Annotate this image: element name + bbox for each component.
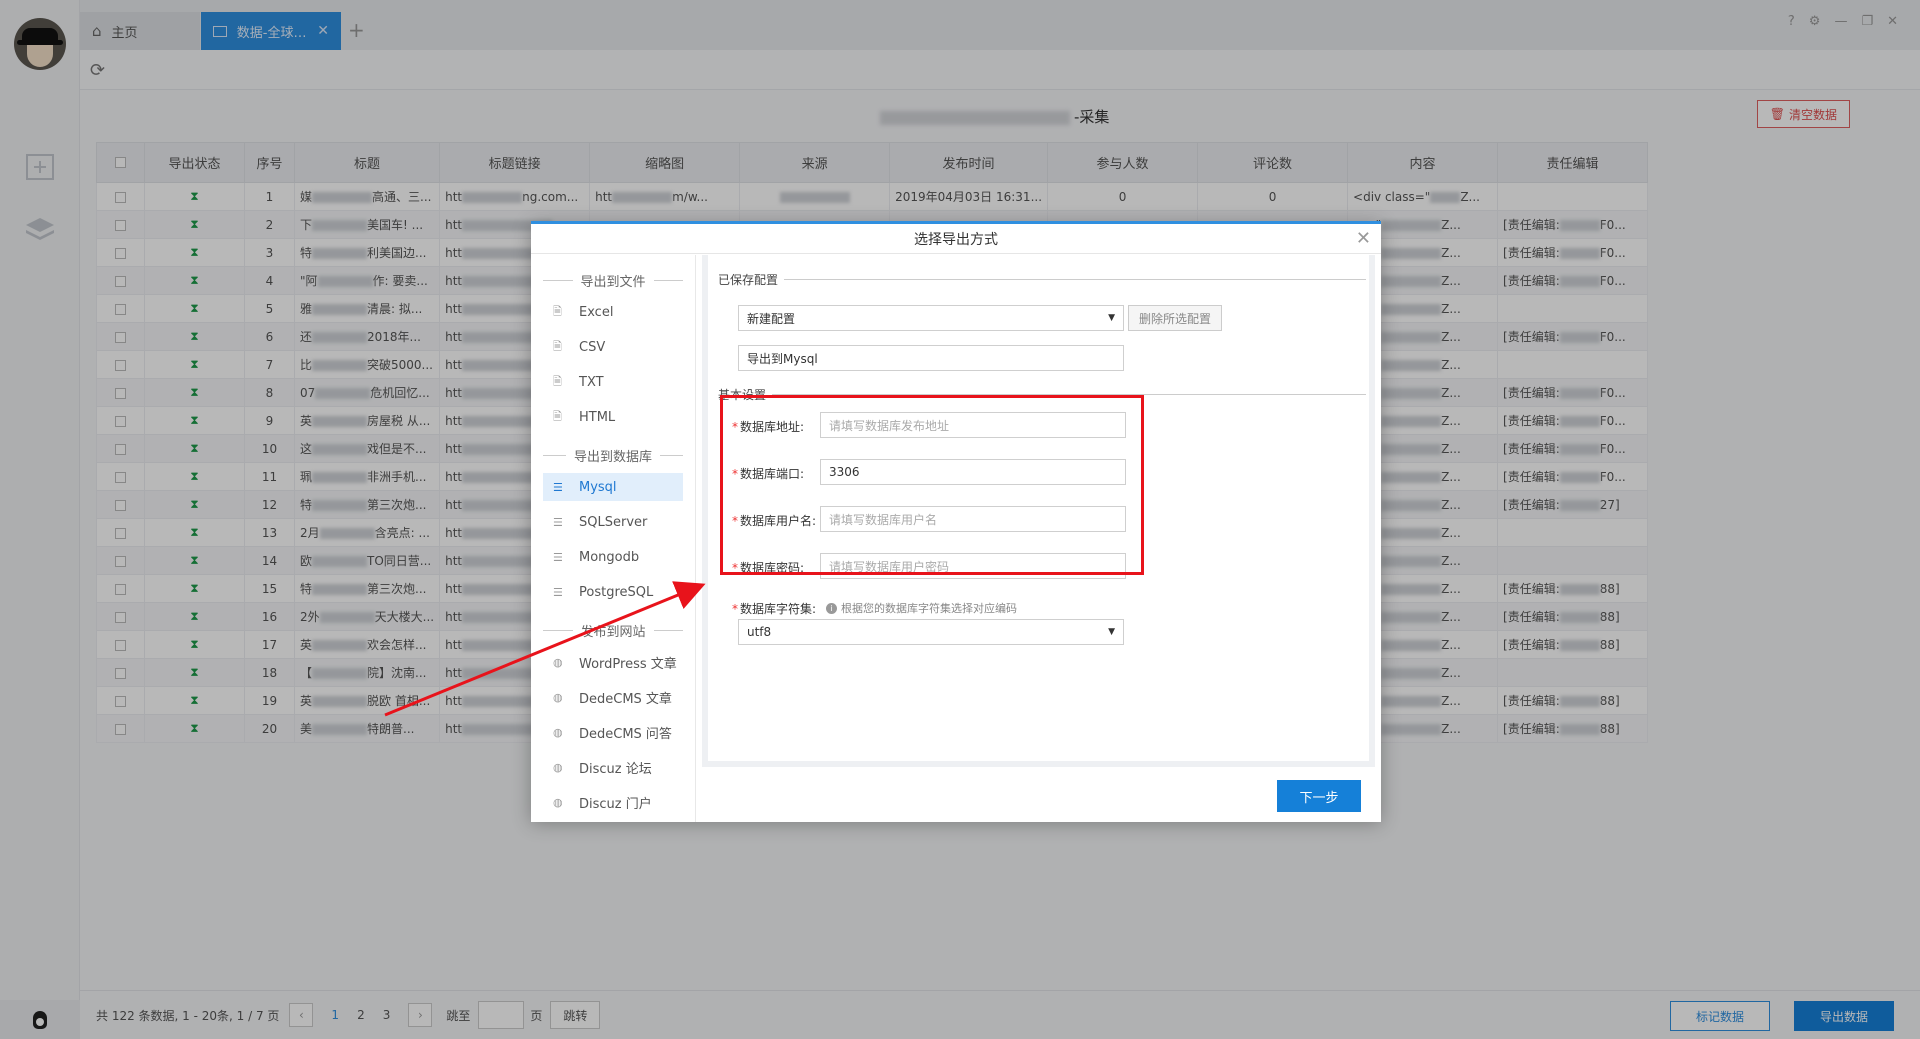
charset-hint: i 根据您的数据库字符集选择对应编码	[826, 600, 1017, 616]
close-icon[interactable]: ✕	[1356, 228, 1371, 249]
globe-icon: ◍	[553, 760, 563, 774]
saved-config-select[interactable]: 新建配置 ▼	[738, 305, 1124, 331]
menu-postgresql[interactable]: ☰ PostgreSQL	[543, 578, 683, 606]
globe-icon: ◍	[553, 725, 563, 739]
file-icon: 🗎	[553, 374, 562, 388]
menu-dedecms-article[interactable]: ◍ DedeCMS 文章	[543, 683, 683, 711]
menu-dedecms-qa[interactable]: ◍ DedeCMS 问答	[543, 718, 683, 746]
menu-discuz-forum[interactable]: ◍ Discuz 论坛	[543, 753, 683, 781]
dropdown-arrow-icon: ▼	[1108, 627, 1115, 637]
config-panel: 已保存配置 新建配置 ▼ 删除所选配置 导出到Mysql 基本设置 * 数据库地址:…	[696, 255, 1381, 822]
menu-mysql[interactable]: ☰ Mysql	[543, 473, 683, 501]
menu-sqlserver[interactable]: ☰ SQLServer	[543, 508, 683, 536]
menu-excel[interactable]: 🗎 Excel	[543, 298, 683, 326]
saved-config-section: 已保存配置	[718, 271, 1366, 288]
globe-icon: ◍	[553, 795, 563, 809]
menu-html[interactable]: 🗎 HTML	[543, 403, 683, 431]
menu-csv[interactable]: 🗎 CSV	[543, 333, 683, 361]
database-icon: ☰	[553, 480, 563, 494]
menu-mongodb[interactable]: ☰ Mongodb	[543, 543, 683, 571]
charset-select[interactable]: utf8 ▼	[738, 619, 1124, 645]
file-icon: 🗎	[553, 339, 562, 353]
export-type-menu: 导出到文件 🗎 Excel 🗎 CSV 🗎 TXT 🗎 HTML 导出到数据库 ☰ Mys…	[531, 255, 696, 822]
highlight-box	[720, 395, 1144, 575]
dropdown-arrow-icon: ▼	[1108, 313, 1115, 323]
group-file: 导出到文件	[543, 271, 683, 290]
file-icon: 🗎	[553, 304, 562, 318]
menu-discuz-portal[interactable]: ◍ Discuz 门户	[543, 788, 683, 816]
delete-config-button[interactable]: 删除所选配置	[1128, 305, 1223, 331]
globe-icon: ◍	[553, 655, 563, 669]
database-icon: ☰	[553, 515, 563, 529]
modal-title: 选择导出方式	[531, 224, 1381, 254]
config-name-input[interactable]: 导出到Mysql	[738, 345, 1124, 371]
charset-label: * 数据库字符集:	[732, 602, 817, 616]
group-web: 发布到网站	[543, 621, 683, 640]
export-modal: 选择导出方式 ✕ 导出到文件 🗎 Excel 🗎 CSV 🗎 TXT 🗎 HTML 导出…	[531, 221, 1381, 822]
next-step-button[interactable]: 下一步	[1277, 780, 1361, 812]
menu-wordpress[interactable]: ◍ WordPress 文章	[543, 648, 683, 676]
info-icon: i	[826, 602, 837, 614]
file-icon: 🗎	[553, 409, 562, 423]
database-icon: ☰	[553, 585, 563, 599]
database-icon: ☰	[553, 550, 563, 564]
group-db: 导出到数据库	[543, 446, 683, 465]
menu-txt[interactable]: 🗎 TXT	[543, 368, 683, 396]
globe-icon: ◍	[553, 690, 563, 704]
